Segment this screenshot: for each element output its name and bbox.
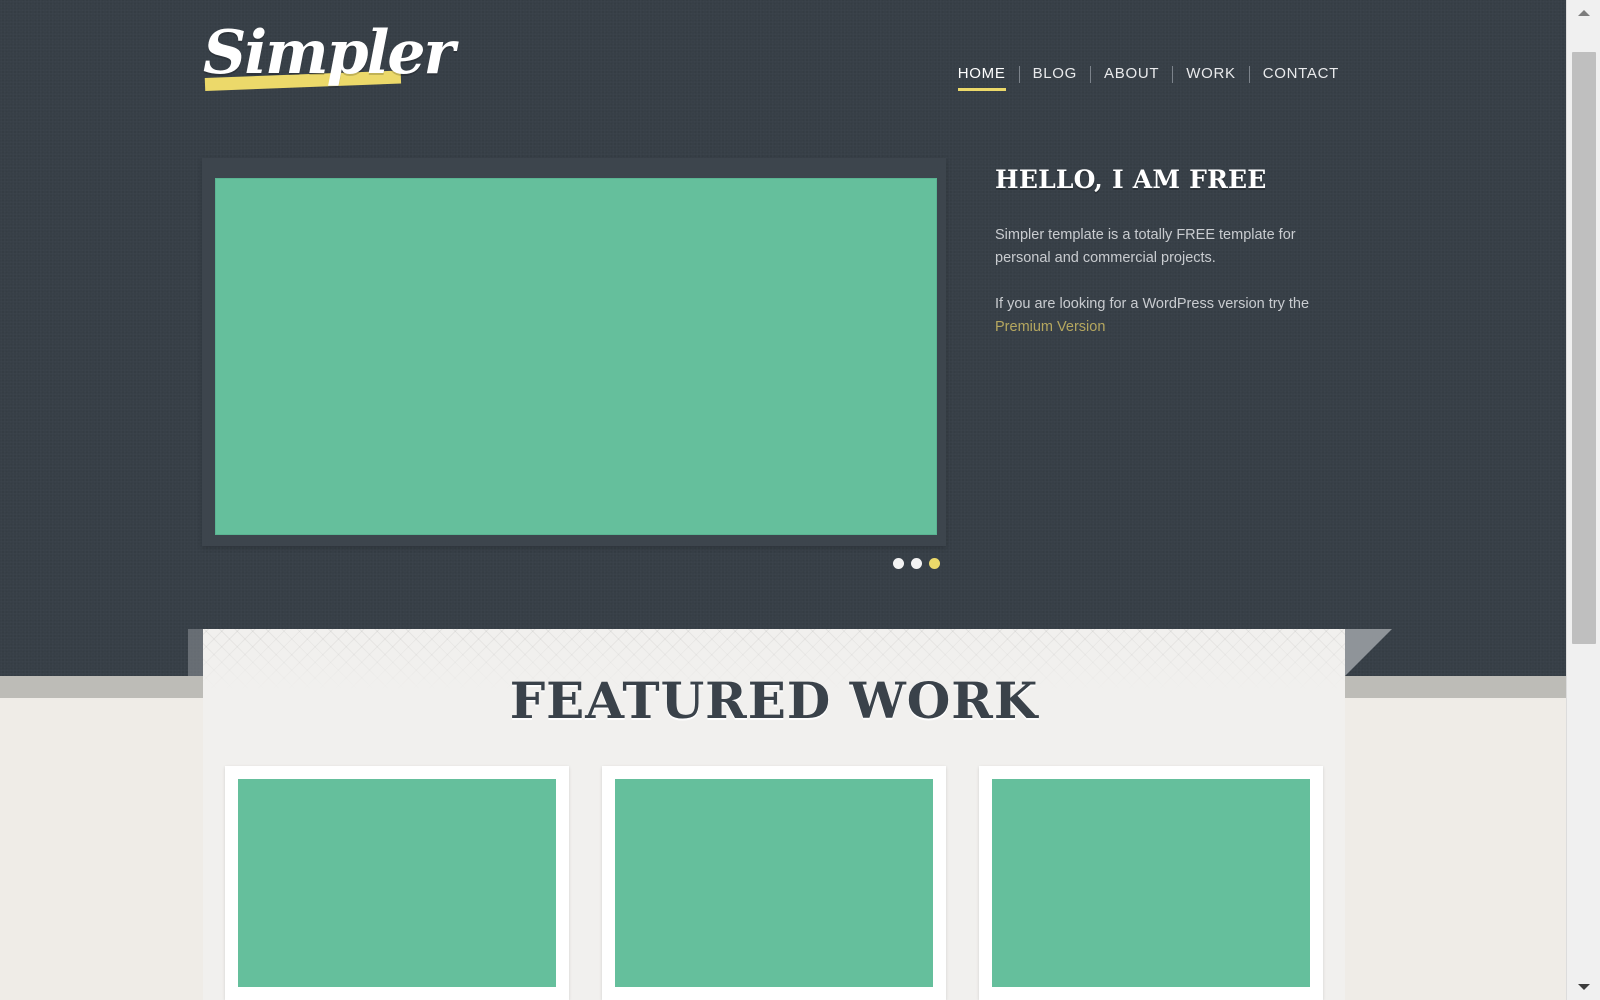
- page-viewport: Simpler HOME BLOG ABOUT WORK CONTACT HEL…: [0, 0, 1566, 1000]
- work-card-3[interactable]: [979, 766, 1323, 1000]
- featured-work-grid: [225, 766, 1323, 1000]
- hero-paragraph-1: Simpler template is a totally FREE templ…: [995, 227, 1296, 266]
- nav-item-work[interactable]: WORK: [1173, 61, 1248, 87]
- slider-image-placeholder: [215, 178, 937, 535]
- scroll-down-button[interactable]: [1567, 976, 1600, 998]
- nav-item-contact[interactable]: CONTACT: [1250, 61, 1352, 87]
- logo-text: Simpler: [203, 18, 455, 88]
- triangle-up-icon: [1578, 10, 1590, 16]
- panel-fold-left: [188, 629, 203, 676]
- browser-scrollbar-vertical[interactable]: [1566, 0, 1600, 1000]
- hero-paragraph-2: If you are looking for a WordPress versi…: [995, 296, 1310, 312]
- hero-copy: HELLO, I AM FREE Simpler template is a t…: [995, 165, 1325, 339]
- nav-item-about[interactable]: ABOUT: [1091, 61, 1172, 87]
- work-card-1[interactable]: [225, 766, 569, 1000]
- nav-item-blog[interactable]: BLOG: [1020, 61, 1090, 87]
- triangle-down-icon: [1578, 984, 1590, 990]
- premium-version-link[interactable]: Premium Version: [995, 316, 1105, 339]
- site-header: Simpler HOME BLOG ABOUT WORK CONTACT: [0, 0, 1566, 140]
- featured-work-heading: FEATURED WORK: [509, 671, 1039, 730]
- scroll-up-button[interactable]: [1567, 2, 1600, 24]
- work-thumbnail-3: [992, 779, 1310, 987]
- hero-heading: HELLO, I AM FREE: [995, 165, 1267, 194]
- work-thumbnail-2: [615, 779, 933, 987]
- work-card-2[interactable]: [602, 766, 946, 1000]
- main-navigation: HOME BLOG ABOUT WORK CONTACT: [945, 60, 1352, 91]
- hero-slider[interactable]: [202, 158, 946, 546]
- work-thumbnail-1: [238, 779, 556, 987]
- slider-pagination: [893, 558, 940, 569]
- site-logo[interactable]: Simpler: [203, 18, 455, 108]
- slider-dot-2[interactable]: [911, 558, 922, 569]
- slider-dot-3[interactable]: [929, 558, 940, 569]
- slider-dot-1[interactable]: [893, 558, 904, 569]
- scrollbar-thumb[interactable]: [1572, 52, 1596, 644]
- featured-work-section: FEATURED WORK: [203, 629, 1345, 1000]
- nav-item-home[interactable]: HOME: [945, 61, 1019, 91]
- panel-fold-right: [1345, 629, 1392, 676]
